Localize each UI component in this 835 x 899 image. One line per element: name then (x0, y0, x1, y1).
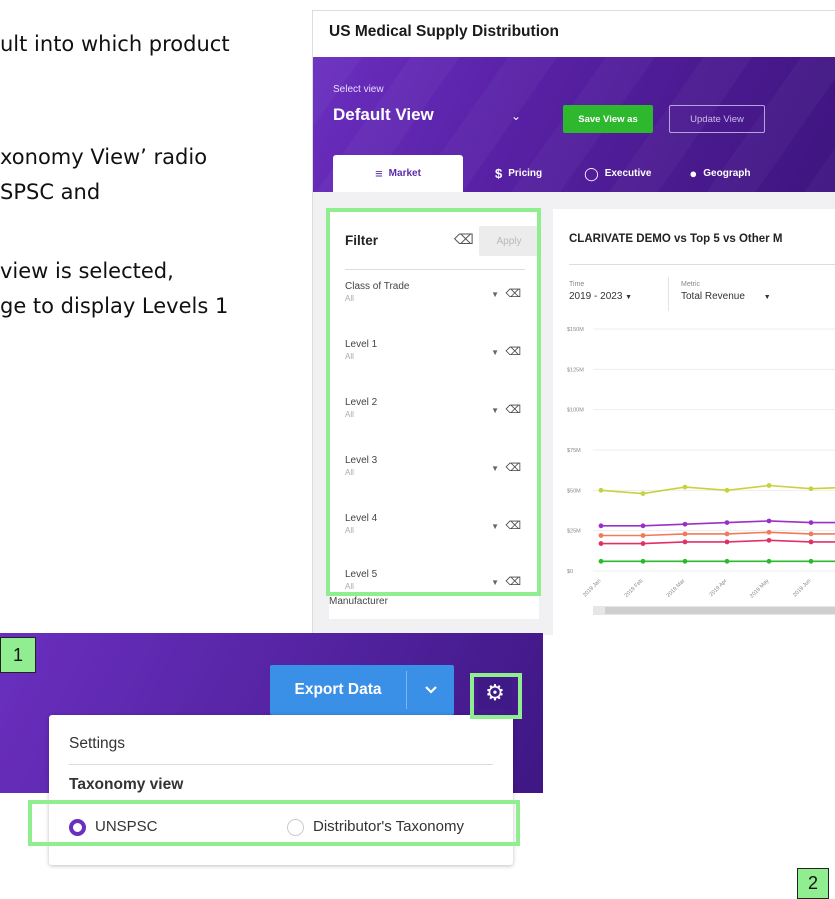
tab-pricing[interactable]: $ Pricing (481, 155, 556, 192)
series-point[interactable] (682, 539, 688, 545)
series-point[interactable] (724, 487, 730, 493)
series-line (601, 539, 835, 545)
divider (69, 764, 493, 765)
tab-geography[interactable]: ● Geograph (675, 155, 764, 192)
tab-bar: ≡ Market $ Pricing ◯ Executive ● Geograp… (333, 155, 765, 192)
series-point[interactable] (598, 487, 604, 493)
series-point[interactable] (682, 531, 688, 537)
view-header: Select view Default View ⌄ Save View as … (313, 57, 835, 192)
series-point[interactable] (808, 531, 814, 537)
app-title: US Medical Supply Distribution (329, 23, 559, 40)
tab-executive-label: Executive (604, 168, 652, 179)
chevron-down-icon[interactable]: ⌄ (511, 109, 521, 123)
series-point[interactable] (682, 484, 688, 490)
step-badge-2: 2 (797, 868, 829, 899)
series-point[interactable] (682, 558, 688, 564)
divider (668, 277, 669, 311)
export-data-button[interactable]: Export Data (270, 665, 454, 715)
chevron-down-icon[interactable] (407, 665, 454, 715)
series-line (600, 484, 835, 495)
y-tick-label: $25M (567, 529, 581, 535)
series-line (601, 531, 835, 537)
series-point[interactable] (808, 558, 814, 564)
series-point[interactable] (598, 541, 604, 546)
series-point[interactable] (766, 529, 772, 535)
settings-title: Settings (69, 735, 126, 752)
update-view-button[interactable]: Update View (669, 105, 765, 133)
step-badge-1: 1 (0, 637, 36, 673)
instruction-line-5: ge to display Levels 1 (0, 294, 229, 318)
series-point[interactable] (766, 537, 772, 543)
sliders-icon: ≡ (375, 166, 383, 181)
instruction-line-3: SPSC and (0, 180, 101, 204)
dollar-icon: $ (495, 166, 503, 181)
y-tick-label: $100M (567, 408, 584, 414)
filter-highlight-box (326, 208, 541, 596)
chart-title: CLARIVATE DEMO vs Top 5 vs Other M (569, 233, 783, 245)
map-pin-icon: ● (689, 166, 698, 181)
time-label: Time (569, 281, 585, 288)
filter-manufacturer[interactable]: Manufacturer (329, 596, 388, 607)
tab-market-label: Market (388, 168, 421, 179)
series-point[interactable] (598, 533, 604, 538)
series-point[interactable] (640, 491, 646, 496)
x-tick-label: 2019 Apr (709, 578, 729, 598)
y-tick-label: $50M (567, 488, 581, 494)
metric-label: Metric (681, 281, 701, 288)
series-point[interactable] (724, 539, 730, 545)
select-view-label: Select view (333, 84, 384, 95)
series-point[interactable] (640, 541, 646, 546)
series-point[interactable] (682, 521, 688, 527)
instruction-line-2: xonomy View’ radio (0, 145, 208, 169)
tab-market[interactable]: ≡ Market (333, 155, 463, 192)
series-point[interactable] (640, 523, 646, 529)
series-point[interactable] (808, 520, 814, 525)
series-point[interactable] (808, 539, 814, 545)
series-point[interactable] (766, 483, 772, 488)
caret-down-icon: ▼ (763, 294, 771, 301)
time-control[interactable]: Time 2019 - 2023 ▼ (569, 281, 632, 302)
series-point[interactable] (598, 523, 604, 529)
series-point[interactable] (724, 558, 730, 564)
ring-icon: ◯ (584, 165, 599, 181)
series-point[interactable] (766, 518, 772, 524)
x-tick-label: 2019 Feb (624, 578, 645, 599)
series-point[interactable] (766, 558, 772, 564)
y-tick-label: $75M (567, 448, 581, 454)
metric-control[interactable]: Metric Total Revenue ▼ (681, 281, 771, 302)
save-view-button[interactable]: Save View as (563, 105, 653, 133)
series-point[interactable] (724, 520, 730, 525)
export-data-label: Export Data (294, 681, 382, 698)
series-point[interactable] (724, 531, 730, 537)
revenue-line-chart: $150M $125M $100M $75M $50M $25M $0 2019 Jan 201… (567, 327, 835, 615)
view-select[interactable]: Default View (333, 105, 434, 125)
divider (569, 264, 835, 265)
tab-executive[interactable]: ◯ Executive (570, 155, 665, 192)
series-point[interactable] (598, 558, 604, 564)
series-point[interactable] (640, 533, 646, 538)
gear-highlight-box (470, 673, 522, 719)
scrollbar-thumb[interactable] (605, 607, 835, 614)
instruction-line-1: ult into which product (0, 32, 230, 56)
x-tick-label: 2019 Jan (582, 578, 602, 598)
y-tick-label: $125M (567, 367, 584, 373)
y-tick-label: $0 (567, 569, 573, 575)
x-tick-label: 2019 May (749, 578, 770, 599)
time-value: 2019 - 2023 (569, 291, 623, 302)
x-tick-label: 2019 Mar (666, 578, 687, 599)
series-point[interactable] (640, 558, 646, 564)
tab-geography-label: Geograph (703, 168, 751, 179)
x-tick-label: 2019 Jun (792, 578, 812, 598)
y-tick-label: $150M (567, 327, 584, 333)
instruction-line-4: view is selected, (0, 259, 174, 283)
taxonomy-view-title: Taxonomy view (69, 776, 184, 793)
series-point[interactable] (808, 486, 814, 492)
caret-down-icon: ▼ (625, 294, 633, 301)
series-line (601, 520, 835, 527)
metric-value: Total Revenue (681, 291, 745, 302)
radio-highlight-box (28, 800, 520, 846)
chart-panel: CLARIVATE DEMO vs Top 5 vs Other M Time … (553, 209, 835, 635)
tab-pricing-label: Pricing (508, 168, 543, 179)
